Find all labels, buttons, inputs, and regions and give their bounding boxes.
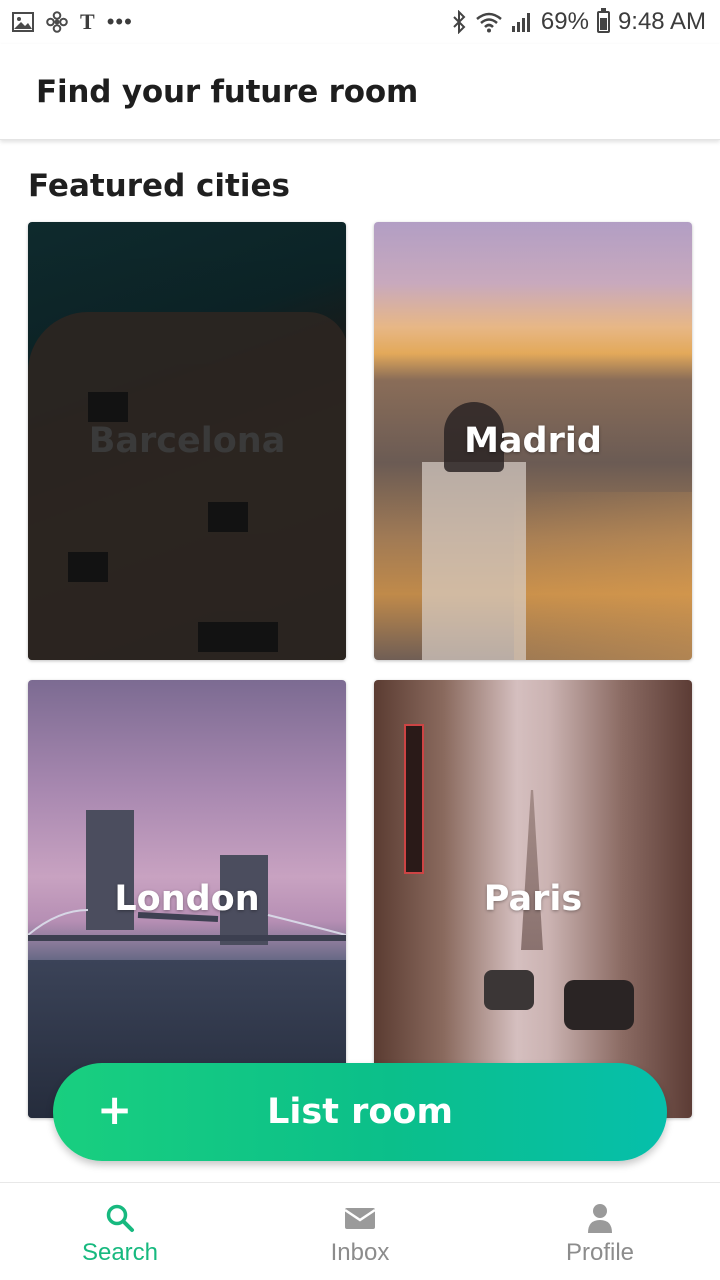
search-icon (103, 1201, 137, 1235)
plus-icon: + (97, 1085, 133, 1134)
app-header: Find your future room (0, 44, 720, 140)
bottom-nav: Search Inbox Profile (0, 1182, 720, 1280)
nav-profile-label: Profile (565, 1239, 635, 1266)
status-bar: T ••• 69% 9:48 AM (0, 0, 720, 44)
mail-icon (343, 1201, 377, 1235)
window-shape (68, 552, 108, 582)
city-label-paris: Paris (483, 879, 583, 919)
nav-inbox-label: Inbox (330, 1239, 390, 1266)
nav-profile[interactable]: Profile (480, 1183, 720, 1280)
featured-cities-title: Featured cities (28, 168, 290, 204)
nav-inbox[interactable]: Inbox (240, 1183, 480, 1280)
status-right: 69% 9:48 AM (451, 8, 706, 36)
wifi-icon (476, 12, 502, 33)
city-label-london: London (114, 879, 260, 919)
hotel-sign (404, 724, 424, 874)
eiffel-tower (521, 790, 543, 950)
status-left: T ••• (12, 9, 133, 35)
more-dots-icon: ••• (106, 9, 133, 34)
nav-search-label: Search (81, 1239, 159, 1266)
window-shape (198, 622, 278, 652)
battery-percent: 69% (540, 8, 589, 35)
city-card-paris[interactable]: Paris (374, 680, 692, 1118)
person-icon (583, 1201, 617, 1235)
madrid-building (422, 462, 526, 660)
list-room-label: List room (267, 1092, 453, 1132)
page-title: Find your future room (36, 73, 419, 110)
city-card-london[interactable]: London (28, 680, 346, 1118)
madrid-street (514, 492, 692, 660)
t-icon: T (80, 9, 95, 34)
fan-icon (46, 11, 68, 33)
signal-icon (511, 13, 530, 32)
clock: 9:48 AM (617, 8, 706, 35)
window-shape (208, 502, 248, 532)
city-card-madrid[interactable]: Madrid (374, 222, 692, 660)
city-label-barcelona: Barcelona (88, 421, 286, 461)
car (564, 980, 634, 1030)
bluetooth-icon (453, 10, 466, 34)
image-icon (12, 12, 34, 32)
battery-icon (596, 8, 610, 33)
barcelona-photo (28, 312, 346, 660)
nav-search[interactable]: Search (0, 1183, 240, 1280)
window-shape (88, 392, 128, 422)
list-room-button[interactable]: + List room (53, 1063, 667, 1161)
city-card-barcelona[interactable]: Barcelona (28, 222, 346, 660)
city-label-madrid: Madrid (464, 421, 602, 461)
car (484, 970, 534, 1010)
